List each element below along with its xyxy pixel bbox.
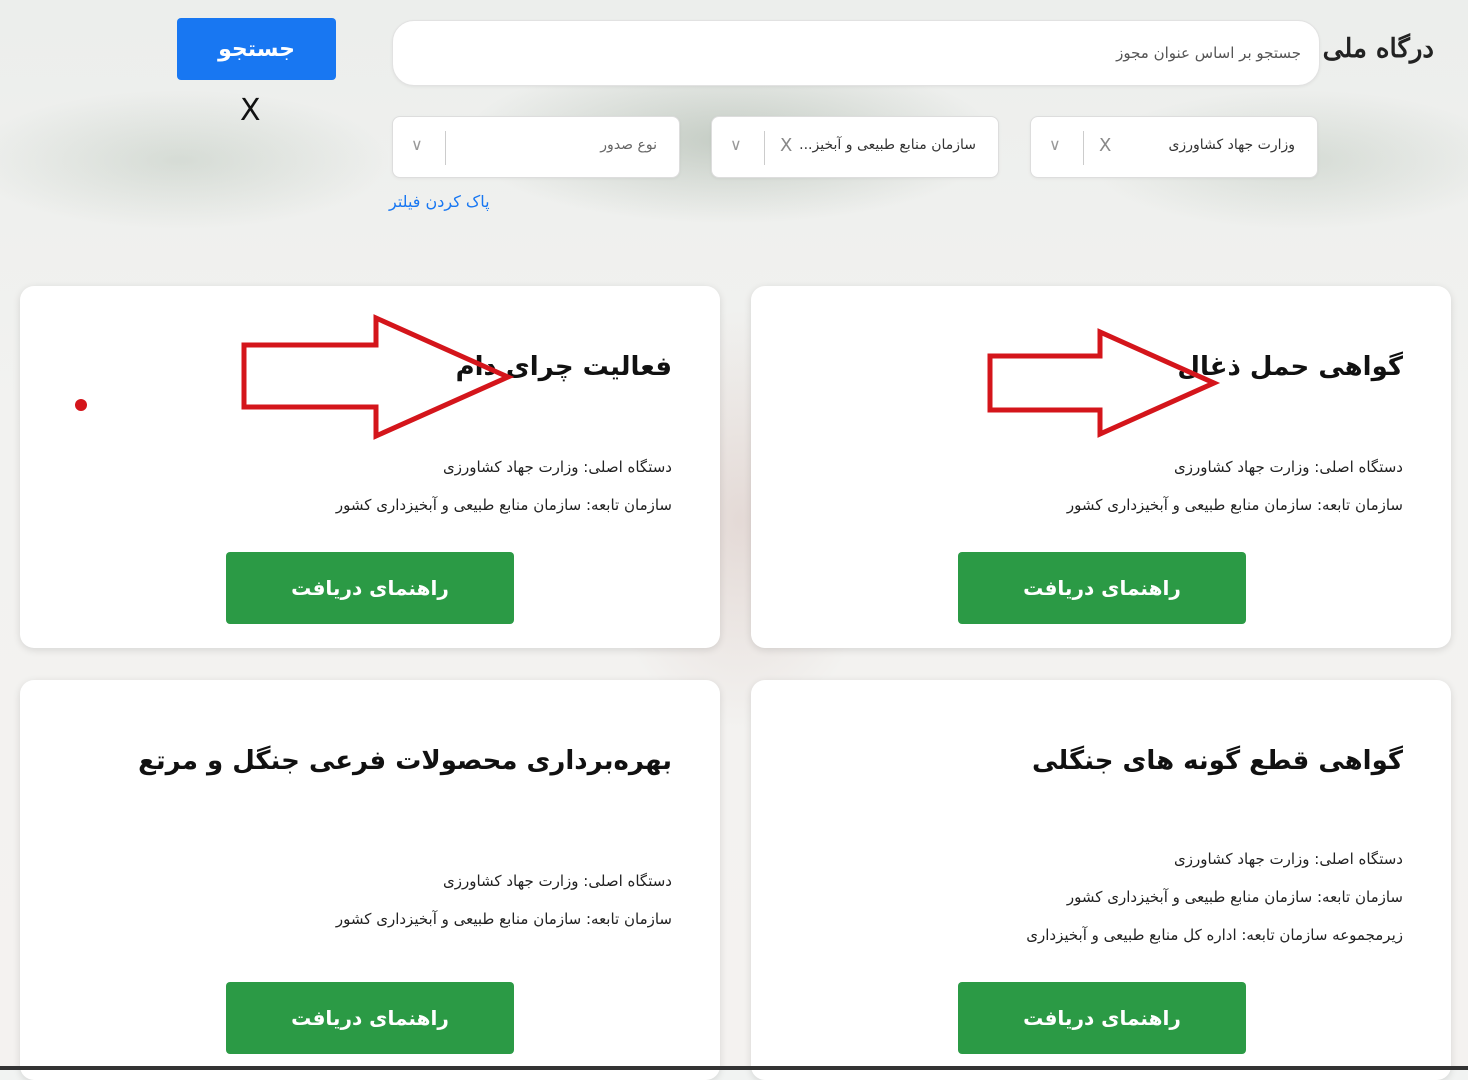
card-sub-department: زیرمجموعه سازمان تابعه: اداره کل منابع ط… bbox=[1026, 926, 1403, 944]
guide-button[interactable]: راهنمای دریافت bbox=[226, 982, 514, 1054]
clear-search-icon[interactable]: X bbox=[240, 96, 261, 126]
card-main-agency: دستگاه اصلی: وزارت جهاد کشاورزی bbox=[1173, 850, 1403, 868]
card-sub-organization: سازمان تابعه: سازمان منابع طبیعی و آبخیز… bbox=[1066, 496, 1403, 514]
card-sub-organization: سازمان تابعه: سازمان منابع طبیعی و آبخیز… bbox=[1066, 888, 1403, 906]
clear-icon[interactable]: X bbox=[1099, 135, 1111, 156]
card-main-agency: دستگاه اصلی: وزارت جهاد کشاورزی bbox=[442, 872, 672, 890]
license-card: گواهی قطع گونه های جنگلی دستگاه اصلی: وز… bbox=[751, 680, 1451, 1080]
clear-filter-link[interactable]: پاک کردن فیلتر bbox=[389, 192, 490, 211]
filter-issue-type-select[interactable]: نوع صدور ∨ bbox=[392, 116, 680, 178]
search-input[interactable] bbox=[393, 21, 1319, 85]
chevron-down-icon[interactable]: ∨ bbox=[1049, 135, 1061, 154]
select-divider bbox=[445, 131, 446, 165]
search-box[interactable] bbox=[392, 20, 1320, 86]
search-button[interactable]: جستجو bbox=[177, 18, 336, 80]
filter-organization-select[interactable]: سازمان منابع طبیعی و آبخیز... X ∨ bbox=[711, 116, 999, 178]
card-main-agency: دستگاه اصلی: وزارت جهاد کشاورزی bbox=[1173, 458, 1403, 476]
guide-button[interactable]: راهنمای دریافت bbox=[958, 552, 1246, 624]
filter-issue-type-placeholder: نوع صدور bbox=[600, 137, 657, 153]
select-divider bbox=[1083, 131, 1084, 165]
card-sub-organization: سازمان تابعه: سازمان منابع طبیعی و آبخیز… bbox=[335, 910, 672, 928]
card-title[interactable]: بهره‌برداری محصولات فرعی جنگل و مرتع bbox=[138, 746, 672, 776]
filter-organization-value: سازمان منابع طبیعی و آبخیز... bbox=[799, 137, 976, 153]
chevron-down-icon[interactable]: ∨ bbox=[411, 135, 423, 154]
bottom-border bbox=[0, 1066, 1468, 1070]
chevron-down-icon[interactable]: ∨ bbox=[730, 135, 742, 154]
filter-ministry-select[interactable]: وزارت جهاد کشاورزی X ∨ bbox=[1030, 116, 1318, 178]
annotation-arrow-icon bbox=[987, 328, 1221, 438]
annotation-dot bbox=[75, 399, 87, 411]
clear-icon[interactable]: X bbox=[780, 135, 792, 156]
license-card: بهره‌برداری محصولات فرعی جنگل و مرتع دست… bbox=[20, 680, 720, 1080]
card-title[interactable]: گواهی قطع گونه های جنگلی bbox=[1032, 746, 1403, 776]
select-divider bbox=[764, 131, 765, 165]
card-sub-organization: سازمان تابعه: سازمان منابع طبیعی و آبخیز… bbox=[335, 496, 672, 514]
card-main-agency: دستگاه اصلی: وزارت جهاد کشاورزی bbox=[442, 458, 672, 476]
guide-button[interactable]: راهنمای دریافت bbox=[958, 982, 1246, 1054]
annotation-arrow-icon bbox=[241, 314, 515, 440]
guide-button[interactable]: راهنمای دریافت bbox=[226, 552, 514, 624]
filter-ministry-value: وزارت جهاد کشاورزی bbox=[1168, 137, 1295, 153]
